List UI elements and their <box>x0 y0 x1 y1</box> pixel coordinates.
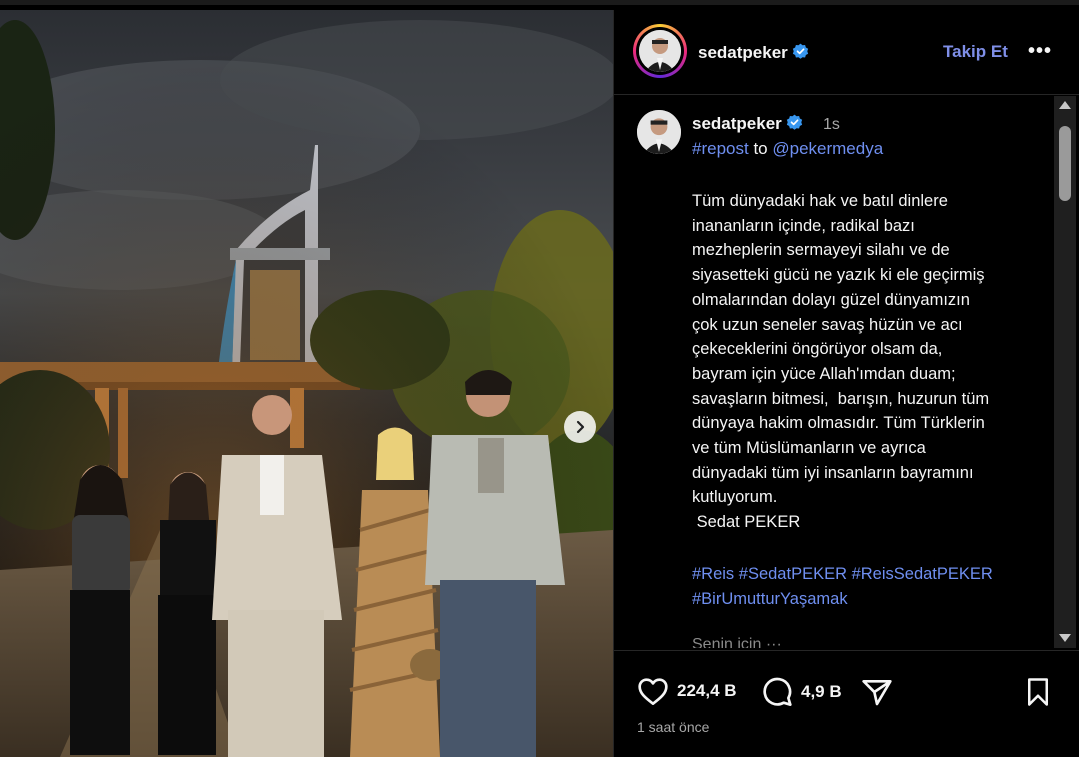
caption-author-username[interactable]: sedatpeker <box>692 114 803 134</box>
post-photo <box>0 10 613 757</box>
save-button[interactable] <box>1025 677 1051 707</box>
verified-badge-icon <box>786 114 802 130</box>
caption-text: Tüm dünyadaki hak ve batıl dinlere inana… <box>692 192 990 532</box>
paper-plane-icon <box>862 680 892 706</box>
repost-hashtag[interactable]: #repost <box>692 139 749 158</box>
verified-badge-icon <box>792 43 808 59</box>
avatar-image <box>639 30 681 72</box>
post-time-ago[interactable]: 1 saat önce <box>637 719 709 735</box>
bookmark-icon <box>1028 678 1048 706</box>
more-options-button[interactable]: ••• <box>1028 40 1052 63</box>
scroll-down-arrow-icon[interactable] <box>1059 634 1071 642</box>
caption-hashtags[interactable]: #Reis #SedatPEKER #ReisSedatPEKER #BirUm… <box>692 562 1042 611</box>
post-side-panel: sedatpeker Takip Et ••• sedatpeker 1s #r… <box>613 10 1079 757</box>
post-actions-bar: 224,4 B 4,9 B 1 saat önce <box>614 650 1079 757</box>
author-avatar[interactable] <box>633 24 687 78</box>
carousel-next-button[interactable] <box>564 411 596 443</box>
scroll-thumb[interactable] <box>1059 126 1071 201</box>
comment-count: 4,9 B <box>801 682 842 701</box>
heart-icon <box>638 678 668 706</box>
suggested-label: Senin için ··· <box>692 636 782 648</box>
caption-scrollbar[interactable] <box>1054 96 1076 648</box>
like-count: 224,4 B <box>677 681 737 700</box>
instagram-post-modal: sedatpeker Takip Et ••• sedatpeker 1s #r… <box>0 0 1079 757</box>
scroll-up-arrow-icon[interactable] <box>1059 101 1071 109</box>
repost-line: #repost to @pekermedya <box>692 139 883 159</box>
comment-button[interactable]: 4,9 B <box>761 676 842 708</box>
comment-bubble-icon <box>763 677 792 706</box>
repost-mention[interactable]: @pekermedya <box>772 139 883 158</box>
photo-scene <box>0 10 613 757</box>
caption-scroll-area[interactable]: sedatpeker 1s #repost to @pekermedya Tüm… <box>614 96 1079 648</box>
caption-timestamp[interactable]: 1s <box>823 116 840 134</box>
share-button[interactable] <box>861 677 893 707</box>
post-header: sedatpeker Takip Et ••• <box>614 10 1079 95</box>
caption-author-avatar[interactable] <box>637 110 681 154</box>
chevron-right-icon <box>576 420 585 434</box>
follow-button[interactable]: Takip Et <box>943 42 1008 62</box>
author-username[interactable]: sedatpeker <box>698 43 809 63</box>
like-button[interactable]: 224,4 B <box>637 676 737 706</box>
repost-to-text: to <box>753 139 768 158</box>
